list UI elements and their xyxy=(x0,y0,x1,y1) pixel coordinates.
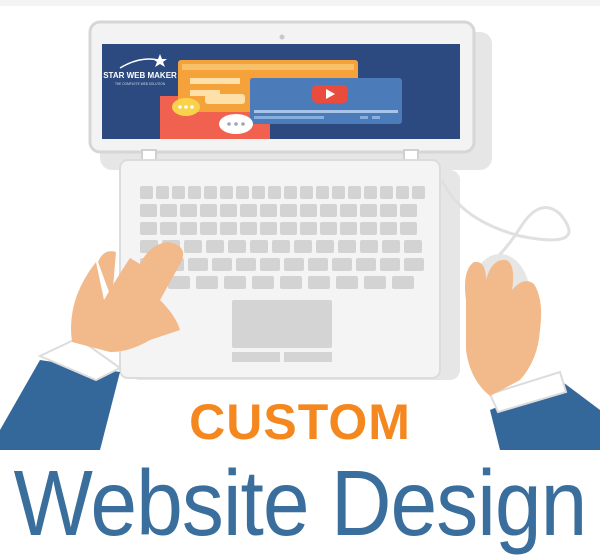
keyboard-key xyxy=(240,222,257,235)
keyboard-key xyxy=(212,258,232,271)
keyboard-key xyxy=(400,222,417,235)
keyboard-key xyxy=(360,222,377,235)
keyboard-key xyxy=(220,222,237,235)
keyboard-key xyxy=(360,240,378,253)
keyboard-key xyxy=(220,186,233,199)
keyboard-key xyxy=(412,186,425,199)
keyboard-key xyxy=(160,204,177,217)
keyboard-key xyxy=(396,186,409,199)
keyboard-key xyxy=(364,276,386,289)
keyboard-key xyxy=(200,222,217,235)
keyboard-key xyxy=(364,186,377,199)
keyboard-key xyxy=(260,222,277,235)
keyboard-key xyxy=(180,222,197,235)
keyboard-key xyxy=(268,186,281,199)
keyboard-key xyxy=(280,276,302,289)
play-icon[interactable] xyxy=(312,85,348,103)
headline-custom: CUSTOM xyxy=(189,394,411,450)
keyboard-key xyxy=(300,186,313,199)
trackpad xyxy=(232,300,332,348)
chat-bubble-icon xyxy=(219,114,253,134)
keyboard-key xyxy=(300,222,317,235)
headline-website-design: Website Design xyxy=(13,451,588,555)
keyboard-key xyxy=(340,222,357,235)
keyboard-key xyxy=(308,258,328,271)
keyboard-key xyxy=(260,204,277,217)
keyboard-key xyxy=(252,276,274,289)
keyboard-key xyxy=(380,204,397,217)
keyboard-key xyxy=(188,258,208,271)
keyboard-key xyxy=(236,186,249,199)
logo-tagline: THE COMPLETE WEB SOLUTION xyxy=(115,82,166,86)
keyboard-key xyxy=(224,276,246,289)
keyboard-key xyxy=(400,204,417,217)
keyboard-key xyxy=(172,186,185,199)
keyboard-key xyxy=(338,240,356,253)
keyboard-key xyxy=(336,276,358,289)
keyboard-key xyxy=(252,186,265,199)
trackpad-button-right xyxy=(284,352,332,362)
keyboard-key xyxy=(300,204,317,217)
chat-bubble-icon xyxy=(172,98,200,116)
keyboard-key xyxy=(404,240,422,253)
keyboard-key xyxy=(156,186,169,199)
webcam-dot xyxy=(279,34,285,40)
keyboard-key xyxy=(140,204,157,217)
keyboard-key xyxy=(348,186,361,199)
keyboard-key xyxy=(404,258,424,271)
keyboard-key xyxy=(332,258,352,271)
keyboard-key xyxy=(316,186,329,199)
keyboard-key xyxy=(236,258,256,271)
keyboard-key xyxy=(272,240,290,253)
keyboard-key xyxy=(180,204,197,217)
keyboard-key xyxy=(284,186,297,199)
keyboard-key xyxy=(320,222,337,235)
top-fade-strip xyxy=(0,0,600,6)
trackpad-button-left xyxy=(232,352,280,362)
keyboard-key xyxy=(240,204,257,217)
keyboard-key xyxy=(332,186,345,199)
keyboard-key xyxy=(140,186,153,199)
keyboard-key xyxy=(380,258,400,271)
keyboard-key xyxy=(204,186,217,199)
keyboard-key xyxy=(280,204,297,217)
keyboard-key xyxy=(280,222,297,235)
keyboard-key xyxy=(184,240,202,253)
keyboard-key xyxy=(160,222,177,235)
keyboard-key xyxy=(392,276,414,289)
keyboard-key xyxy=(206,240,224,253)
keyboard-key xyxy=(250,240,268,253)
keyboard-key xyxy=(308,276,330,289)
keyboard-key xyxy=(284,258,304,271)
keyboard-key xyxy=(260,258,280,271)
mouse-cable xyxy=(440,179,571,264)
keyboard-key xyxy=(380,222,397,235)
keyboard-key xyxy=(196,276,218,289)
keyboard-key xyxy=(228,240,246,253)
keyboard-key xyxy=(320,204,337,217)
keyboard-key xyxy=(294,240,312,253)
logo-text: STAR WEB MAKER xyxy=(103,71,177,80)
keyboard-key xyxy=(316,240,334,253)
keyboard-key xyxy=(140,222,157,235)
keyboard-key xyxy=(340,204,357,217)
keyboard-key xyxy=(188,186,201,199)
keyboard-key xyxy=(360,204,377,217)
keyboard-key xyxy=(220,204,237,217)
keyboard-key xyxy=(380,186,393,199)
keyboard-key xyxy=(356,258,376,271)
keyboard-key xyxy=(382,240,400,253)
keyboard-key xyxy=(200,204,217,217)
